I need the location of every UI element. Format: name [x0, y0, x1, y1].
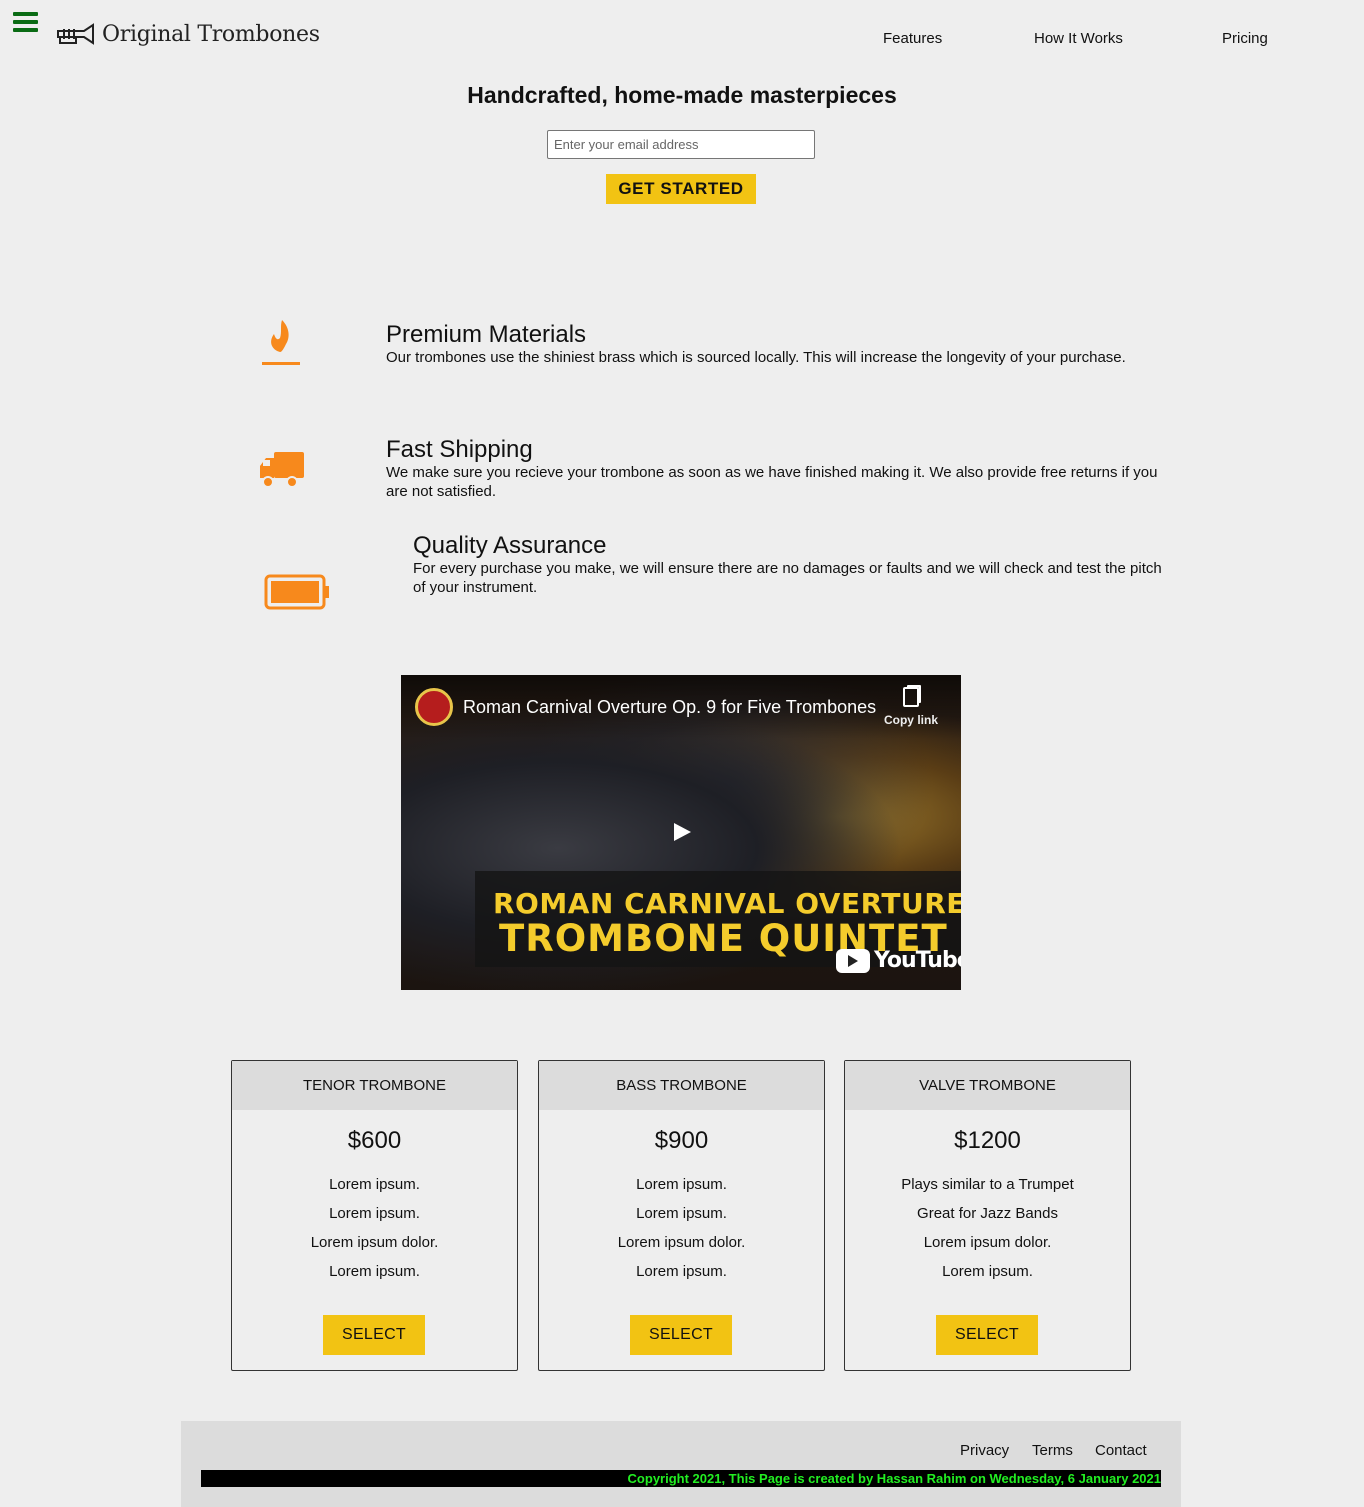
card-title: VALVE TROMBONE — [845, 1061, 1130, 1110]
pricing-card-valve: VALVE TROMBONE $1200 Plays similar to a … — [844, 1060, 1131, 1371]
feature-text: For every purchase you make, we will ens… — [413, 560, 1162, 596]
card-feature-list: Lorem ipsum. Lorem ipsum. Lorem ipsum do… — [232, 1170, 517, 1286]
footer-link-terms[interactable]: Terms — [1032, 1442, 1073, 1459]
card-price: $900 — [654, 1127, 709, 1154]
copy-icon — [903, 687, 919, 707]
feature-title: Fast Shipping — [386, 436, 533, 463]
email-input[interactable] — [547, 130, 815, 159]
pricing-card-tenor: TENOR TROMBONE $600 Lorem ipsum. Lorem i… — [231, 1060, 518, 1371]
card-price: $1200 — [954, 1127, 1021, 1154]
list-item: Lorem ipsum. — [636, 1176, 727, 1193]
list-item: Lorem ipsum dolor. — [617, 1234, 746, 1251]
card-feature-list: Plays similar to a Trumpet Great for Jaz… — [845, 1170, 1130, 1286]
main-nav: Features How It Works Pricing — [0, 30, 1364, 50]
card-title: BASS TROMBONE — [539, 1061, 824, 1110]
pricing-card-bass: BASS TROMBONE $900 Lorem ipsum. Lorem ip… — [538, 1060, 825, 1371]
select-bass-button[interactable]: SELECT — [630, 1315, 732, 1355]
copy-link-button[interactable]: Copy link — [879, 685, 943, 727]
flame-icon — [260, 318, 302, 373]
play-icon[interactable] — [674, 823, 691, 841]
truck-icon — [258, 450, 306, 495]
list-item: Lorem ipsum. — [636, 1205, 727, 1222]
feature-fast-shipping: Fast Shipping We make sure you recieve y… — [386, 436, 1176, 501]
list-item: Lorem ipsum. — [329, 1205, 420, 1222]
list-item: Lorem ipsum. — [942, 1263, 1033, 1280]
copy-link-label: Copy link — [883, 713, 938, 727]
list-item: Lorem ipsum dolor. — [310, 1234, 439, 1251]
list-item: Lorem ipsum. — [636, 1263, 727, 1280]
nav-link-features[interactable]: Features — [883, 30, 942, 47]
get-started-button[interactable]: GET STARTED — [606, 174, 756, 204]
list-item: Lorem ipsum dolor. — [923, 1234, 1052, 1251]
nav-link-pricing[interactable]: Pricing — [1222, 30, 1268, 47]
feature-text: We make sure you recieve your trombone a… — [386, 464, 1158, 500]
feature-text: Our trombones use the shiniest brass whi… — [386, 349, 1126, 366]
list-item: Lorem ipsum. — [329, 1263, 420, 1280]
list-item: Lorem ipsum. — [329, 1176, 420, 1193]
card-feature-list: Lorem ipsum. Lorem ipsum. Lorem ipsum do… — [539, 1170, 824, 1286]
youtube-logo[interactable]: YouTube — [836, 948, 961, 973]
footer: Privacy Terms Contact Copyright 2021, Th… — [181, 1421, 1181, 1507]
feature-quality-assurance: Quality Assurance For every purchase you… — [413, 532, 1173, 597]
card-title: TENOR TROMBONE — [232, 1061, 517, 1110]
select-valve-button[interactable]: SELECT — [936, 1315, 1038, 1355]
youtube-wordmark: YouTube — [874, 948, 961, 973]
battery-icon — [264, 574, 330, 617]
hero-title: Handcrafted, home-made masterpieces — [467, 82, 897, 108]
list-item: Great for Jazz Bands — [917, 1205, 1058, 1222]
nav-link-how-it-works[interactable]: How It Works — [1034, 30, 1123, 47]
card-price: $600 — [347, 1127, 402, 1154]
footer-link-privacy[interactable]: Privacy — [960, 1442, 1009, 1459]
video-player[interactable]: Roman Carnival Overture Op. 9 for Five T… — [401, 675, 961, 990]
video-title[interactable]: Roman Carnival Overture Op. 9 for Five T… — [463, 697, 876, 718]
feature-title: Quality Assurance — [413, 532, 607, 559]
select-tenor-button[interactable]: SELECT — [323, 1315, 425, 1355]
channel-avatar-icon[interactable] — [415, 688, 453, 726]
feature-premium-materials: Premium Materials Our trombones use the … — [386, 321, 1176, 367]
copyright-text: Copyright 2021, This Page is created by … — [201, 1470, 1161, 1487]
youtube-play-icon — [836, 948, 870, 973]
feature-title: Premium Materials — [386, 321, 587, 348]
video-banner-line1: ROMAN CARNIVAL OVERTURE — [493, 887, 961, 920]
list-item: Plays similar to a Trumpet — [901, 1176, 1074, 1193]
footer-link-contact[interactable]: Contact — [1095, 1442, 1147, 1459]
